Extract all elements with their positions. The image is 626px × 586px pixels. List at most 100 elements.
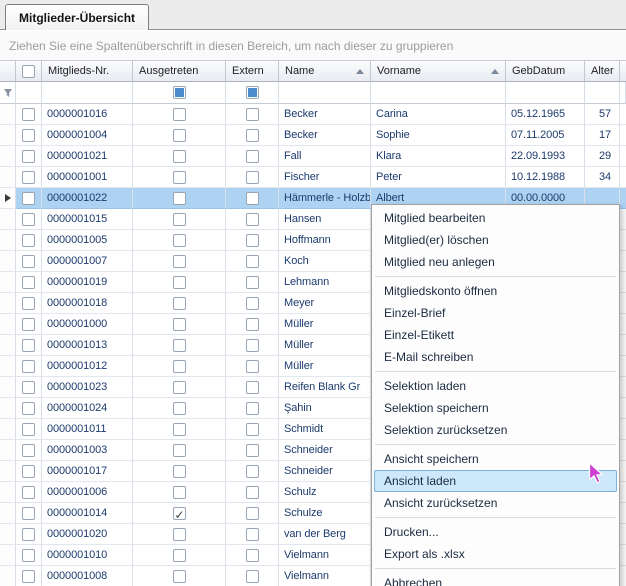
context-menu-item[interactable]: E-Mail schreiben bbox=[374, 346, 617, 368]
ausgetreten-checkbox[interactable] bbox=[173, 276, 186, 289]
ausgetreten-checkbox[interactable] bbox=[173, 360, 186, 373]
ausgetreten-checkbox[interactable] bbox=[173, 318, 186, 331]
row-select-cell[interactable] bbox=[16, 377, 42, 398]
cell-extern[interactable] bbox=[226, 545, 279, 566]
cell-extern[interactable] bbox=[226, 230, 279, 251]
extern-filter-checkbox[interactable] bbox=[246, 86, 259, 99]
ausgetreten-checkbox[interactable] bbox=[173, 549, 186, 562]
tab-mitglieder-uebersicht[interactable]: Mitglieder-Übersicht bbox=[5, 4, 149, 30]
extern-checkbox[interactable] bbox=[246, 297, 259, 310]
ausgetreten-checkbox[interactable] bbox=[173, 486, 186, 499]
cell-ausgetreten[interactable] bbox=[133, 566, 226, 586]
ausgetreten-checkbox[interactable] bbox=[173, 213, 186, 226]
cell-ausgetreten[interactable] bbox=[133, 461, 226, 482]
cell-ausgetreten[interactable] bbox=[133, 377, 226, 398]
extern-checkbox[interactable] bbox=[246, 570, 259, 583]
row-select-cell[interactable] bbox=[16, 482, 42, 503]
cell-extern[interactable] bbox=[226, 167, 279, 188]
ausgetreten-checkbox[interactable] bbox=[173, 297, 186, 310]
extern-checkbox[interactable] bbox=[246, 528, 259, 541]
ausgetreten-checkbox[interactable] bbox=[173, 150, 186, 163]
table-row[interactable]: 0000001016 Becker Carina 05.12.1965 57 bbox=[0, 104, 626, 125]
table-row[interactable]: 0000001001 Fischer Peter 10.12.1988 34 bbox=[0, 167, 626, 188]
ausgetreten-checkbox[interactable] bbox=[173, 171, 186, 184]
cell-extern[interactable] bbox=[226, 503, 279, 524]
cell-extern[interactable] bbox=[226, 419, 279, 440]
row-select-checkbox[interactable] bbox=[22, 339, 35, 352]
cell-ausgetreten[interactable] bbox=[133, 293, 226, 314]
extern-checkbox[interactable] bbox=[246, 381, 259, 394]
extern-checkbox[interactable] bbox=[246, 192, 259, 205]
column-header-alter[interactable]: Alter bbox=[585, 60, 620, 82]
row-select-checkbox[interactable] bbox=[22, 570, 35, 583]
filter-vorname[interactable] bbox=[371, 82, 506, 104]
column-header-extern[interactable]: Extern bbox=[226, 60, 279, 82]
row-select-cell[interactable] bbox=[16, 104, 42, 125]
extern-checkbox[interactable] bbox=[246, 108, 259, 121]
row-select-cell[interactable] bbox=[16, 188, 42, 209]
extern-checkbox[interactable] bbox=[246, 171, 259, 184]
ausgetreten-checkbox[interactable] bbox=[173, 129, 186, 142]
extern-checkbox[interactable] bbox=[246, 444, 259, 457]
row-select-checkbox[interactable] bbox=[22, 255, 35, 268]
extern-checkbox[interactable] bbox=[246, 549, 259, 562]
ausgetreten-checkbox[interactable] bbox=[173, 423, 186, 436]
ausgetreten-checkbox[interactable] bbox=[173, 402, 186, 415]
extern-checkbox[interactable] bbox=[246, 486, 259, 499]
row-select-checkbox[interactable] bbox=[22, 108, 35, 121]
extern-checkbox[interactable] bbox=[246, 213, 259, 226]
context-menu-item[interactable]: Selektion zurücksetzen bbox=[374, 419, 617, 441]
cell-extern[interactable] bbox=[226, 104, 279, 125]
column-header-mitglieds-nr[interactable]: Mitglieds-Nr. bbox=[42, 60, 133, 82]
cell-ausgetreten[interactable] bbox=[133, 104, 226, 125]
row-select-cell[interactable] bbox=[16, 272, 42, 293]
row-select-checkbox[interactable] bbox=[22, 381, 35, 394]
cell-ausgetreten[interactable] bbox=[133, 230, 226, 251]
cell-ausgetreten[interactable] bbox=[133, 125, 226, 146]
cell-ausgetreten[interactable] bbox=[133, 545, 226, 566]
row-select-checkbox[interactable] bbox=[22, 423, 35, 436]
context-menu-item[interactable]: Einzel-Etikett bbox=[374, 324, 617, 346]
extern-checkbox[interactable] bbox=[246, 255, 259, 268]
row-select-cell[interactable] bbox=[16, 566, 42, 586]
cell-extern[interactable] bbox=[226, 272, 279, 293]
row-select-checkbox[interactable] bbox=[22, 297, 35, 310]
context-menu-item[interactable]: Drucken... bbox=[374, 521, 617, 543]
row-select-checkbox[interactable] bbox=[22, 528, 35, 541]
extern-checkbox[interactable] bbox=[246, 318, 259, 331]
extern-checkbox[interactable] bbox=[246, 339, 259, 352]
row-select-cell[interactable] bbox=[16, 230, 42, 251]
row-select-checkbox[interactable] bbox=[22, 318, 35, 331]
table-row[interactable]: 0000001004 Becker Sophie 07.11.2005 17 bbox=[0, 125, 626, 146]
column-header-name[interactable]: Name bbox=[279, 60, 371, 82]
cell-extern[interactable] bbox=[226, 125, 279, 146]
extern-checkbox[interactable] bbox=[246, 234, 259, 247]
row-select-cell[interactable] bbox=[16, 167, 42, 188]
cell-ausgetreten[interactable] bbox=[133, 146, 226, 167]
ausgetreten-checkbox[interactable] bbox=[173, 444, 186, 457]
row-select-checkbox[interactable] bbox=[22, 465, 35, 478]
extern-checkbox[interactable] bbox=[246, 360, 259, 373]
row-select-cell[interactable] bbox=[16, 356, 42, 377]
cell-extern[interactable] bbox=[226, 146, 279, 167]
row-select-cell[interactable] bbox=[16, 440, 42, 461]
cell-extern[interactable] bbox=[226, 188, 279, 209]
extern-checkbox[interactable] bbox=[246, 465, 259, 478]
context-menu-item[interactable]: Selektion speichern bbox=[374, 397, 617, 419]
row-select-checkbox[interactable] bbox=[22, 360, 35, 373]
filter-name[interactable] bbox=[279, 82, 371, 104]
filter-mitglieds-nr[interactable] bbox=[42, 82, 133, 104]
context-menu-item[interactable]: Ansicht laden bbox=[374, 470, 617, 492]
extern-checkbox[interactable] bbox=[246, 150, 259, 163]
column-header-vorname[interactable]: Vorname bbox=[371, 60, 506, 82]
row-select-cell[interactable] bbox=[16, 314, 42, 335]
row-select-checkbox[interactable] bbox=[22, 192, 35, 205]
cell-ausgetreten[interactable] bbox=[133, 167, 226, 188]
cell-ausgetreten[interactable] bbox=[133, 440, 226, 461]
cell-extern[interactable] bbox=[226, 251, 279, 272]
row-select-checkbox[interactable] bbox=[22, 171, 35, 184]
row-select-checkbox[interactable] bbox=[22, 213, 35, 226]
cell-extern[interactable] bbox=[226, 377, 279, 398]
row-select-cell[interactable] bbox=[16, 398, 42, 419]
extern-checkbox[interactable] bbox=[246, 402, 259, 415]
